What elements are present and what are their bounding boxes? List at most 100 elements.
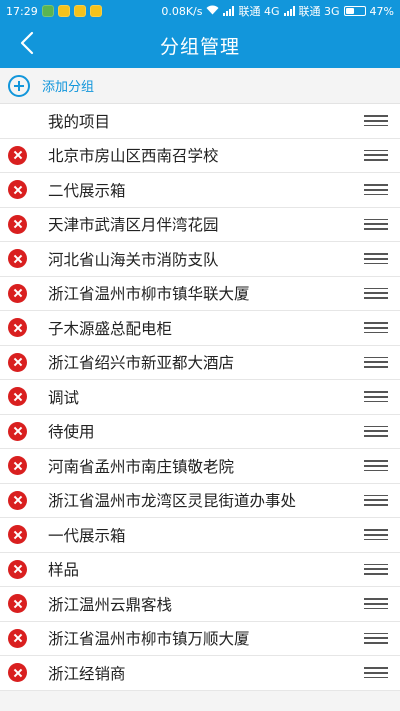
drag-handle-icon[interactable] [352, 277, 400, 311]
drag-handle-bar [364, 460, 388, 462]
drag-handle-bar [364, 115, 388, 117]
drag-handle-icon[interactable] [352, 656, 400, 690]
drag-handle-icon[interactable] [352, 208, 400, 242]
add-group-button[interactable]: 添加分组 [0, 68, 400, 104]
drag-handle-bar [364, 391, 388, 393]
drag-handle-bar [364, 119, 388, 122]
drag-handle-bar [364, 149, 388, 152]
delete-icon[interactable] [8, 559, 27, 579]
app-notification-icon [73, 5, 86, 17]
delete-icon[interactable] [8, 456, 27, 476]
delete-slot [0, 553, 48, 587]
drag-handle-icon[interactable] [352, 242, 400, 276]
drag-handle-icon[interactable] [352, 449, 400, 483]
drag-handle-bar [364, 292, 388, 295]
group-name: 我的项目 [48, 112, 111, 131]
delete-icon[interactable] [8, 628, 27, 648]
drag-handle-icon[interactable] [352, 380, 400, 414]
group-row[interactable]: 浙江省温州市柳市镇万顺大厦 [0, 621, 400, 656]
delete-icon[interactable] [8, 145, 27, 165]
drag-handle-bar [364, 671, 388, 674]
delete-slot [0, 656, 48, 690]
drag-handle-icon[interactable] [352, 553, 400, 587]
delete-icon[interactable] [8, 594, 27, 614]
group-row[interactable]: 子木源盛总配电柜 [0, 311, 400, 346]
network-speed: 0.08K/s [161, 4, 203, 18]
drag-handle-bar [364, 538, 388, 541]
delete-icon[interactable] [8, 525, 27, 545]
delete-slot [0, 104, 48, 138]
delete-icon[interactable] [8, 663, 27, 683]
drag-handle-bar [364, 356, 388, 359]
delete-slot [0, 622, 48, 656]
group-row[interactable]: 调试 [0, 380, 400, 415]
delete-slot [0, 449, 48, 483]
drag-handle-bar [364, 529, 388, 531]
group-row[interactable]: 河北省山海关市消防支队 [0, 242, 400, 277]
drag-handle-icon[interactable] [352, 346, 400, 380]
delete-icon[interactable] [8, 352, 27, 372]
delete-slot [0, 277, 48, 311]
group-row[interactable]: 浙江经销商 [0, 656, 400, 691]
delete-icon[interactable] [8, 490, 27, 510]
delete-slot [0, 346, 48, 380]
group-name: 北京市房山区西南召学校 [48, 147, 219, 166]
delete-icon[interactable] [8, 214, 27, 234]
drag-handle-bar [364, 573, 388, 575]
group-row[interactable]: 天津市武清区月伴湾花园 [0, 207, 400, 242]
chevron-left-icon [20, 31, 34, 59]
delete-icon[interactable] [8, 421, 27, 441]
drag-handle-bar [364, 184, 388, 186]
drag-handle-bar [364, 499, 388, 502]
drag-handle-bar [364, 223, 388, 226]
drag-handle-bar [364, 124, 388, 127]
drag-handle-bar [364, 193, 388, 196]
status-bar-left: 17:29 [6, 5, 102, 18]
drag-handle-icon[interactable] [352, 622, 400, 656]
delete-icon[interactable] [8, 387, 27, 407]
group-row[interactable]: 一代展示箱 [0, 518, 400, 553]
delete-slot [0, 484, 48, 518]
app-notification-icon [41, 5, 54, 17]
drag-handle-icon[interactable] [352, 415, 400, 449]
group-row[interactable]: 浙江省温州市龙湾区灵昆街道办事处 [0, 483, 400, 518]
drag-handle-bar [364, 361, 388, 364]
app-notification-icon [89, 5, 102, 17]
plus-circle-icon [8, 74, 30, 97]
group-row[interactable]: 北京市房山区西南召学校 [0, 138, 400, 173]
drag-handle-icon[interactable] [352, 173, 400, 207]
drag-handle-bar [364, 469, 388, 472]
drag-handle-bar [364, 228, 388, 230]
delete-slot [0, 173, 48, 207]
drag-handle-icon[interactable] [352, 139, 400, 173]
group-row[interactable]: 我的项目 [0, 104, 400, 139]
delete-icon[interactable] [8, 180, 27, 200]
drag-handle-bar [364, 637, 388, 640]
drag-handle-icon[interactable] [352, 518, 400, 552]
drag-handle-icon[interactable] [352, 311, 400, 345]
group-name: 一代展示箱 [48, 526, 126, 545]
group-name: 浙江温州云鼎客栈 [48, 595, 173, 614]
battery-percent: 47% [369, 4, 394, 18]
back-button[interactable] [10, 29, 44, 61]
group-row[interactable]: 浙江省温州市柳市镇华联大厦 [0, 276, 400, 311]
group-row[interactable]: 浙江温州云鼎客栈 [0, 587, 400, 622]
group-row[interactable]: 二代展示箱 [0, 173, 400, 208]
group-row[interactable]: 浙江省绍兴市新亚都大酒店 [0, 345, 400, 380]
drag-handle-bar [364, 218, 388, 221]
drag-handle-bar [364, 632, 388, 635]
delete-icon[interactable] [8, 249, 27, 269]
drag-handle-bar [364, 430, 388, 433]
delete-icon[interactable] [8, 318, 27, 338]
group-row[interactable]: 样品 [0, 552, 400, 587]
drag-handle-icon[interactable] [352, 104, 400, 138]
drag-handle-icon[interactable] [352, 587, 400, 621]
drag-handle-bar [364, 297, 388, 299]
drag-handle-bar [364, 154, 388, 157]
group-row[interactable]: 待使用 [0, 414, 400, 449]
drag-handle-icon[interactable] [352, 484, 400, 518]
group-list: 我的项目北京市房山区西南召学校二代展示箱 天津市武清区月伴湾花园 河北省山海关市消防… [0, 104, 400, 691]
delete-icon[interactable] [8, 283, 27, 303]
group-name: 样品 [48, 561, 80, 580]
group-row[interactable]: 河南省孟州市南庄镇敬老院 [0, 449, 400, 484]
